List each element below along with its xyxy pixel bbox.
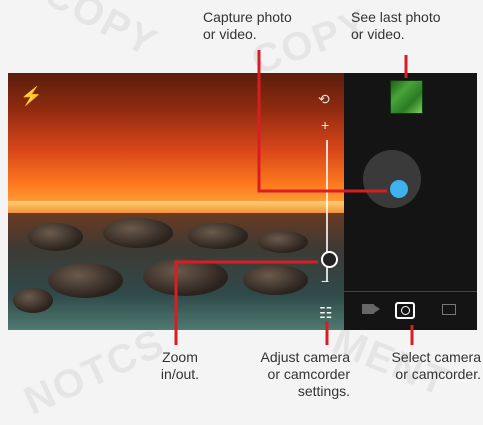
callout-line-1: Adjust camera: [260, 349, 350, 365]
select-callout: Select camera or camcorder.: [371, 349, 481, 383]
panorama-mode-icon[interactable]: [442, 304, 456, 315]
rock: [143, 258, 228, 296]
photo-mode-icon[interactable]: [395, 302, 415, 319]
zoom-in-icon[interactable]: +: [321, 117, 329, 133]
rock: [28, 223, 83, 251]
callout-line-2: or video.: [351, 26, 405, 42]
camera-controls-panel: [344, 73, 477, 330]
callout-line-1: Capture photo: [203, 9, 292, 25]
rock: [13, 288, 53, 313]
callout-line-1: See last photo: [351, 9, 441, 25]
callout-line-2: or camcorder.: [395, 366, 481, 382]
zoom-callout: Zoom in/out.: [156, 349, 204, 383]
viewfinder[interactable]: ⚡ ⟲ + − ☷: [8, 73, 344, 330]
last-photo-thumbnail[interactable]: [390, 80, 423, 114]
zoom-slider-knob[interactable]: [321, 251, 338, 268]
rock: [258, 231, 308, 253]
last-photo-callout: See last photo or video.: [351, 9, 441, 43]
zoom-out-icon[interactable]: −: [321, 273, 329, 289]
rock: [48, 263, 123, 298]
watermark: COPY: [37, 0, 165, 66]
callout-line-1: Zoom: [162, 349, 198, 365]
watermark: NOTCS: [17, 320, 173, 424]
callout-line-2: or video.: [203, 26, 257, 42]
video-mode-icon[interactable]: [362, 304, 380, 314]
rock: [188, 223, 248, 249]
shutter-ring: [363, 150, 421, 208]
rock: [103, 218, 173, 248]
shutter-button[interactable]: [390, 180, 408, 198]
mode-selector: [344, 291, 477, 330]
callout-line-3: settings.: [297, 383, 350, 399]
settings-icon[interactable]: ☷: [319, 304, 332, 322]
switch-camera-icon[interactable]: ⟲: [318, 91, 330, 108]
rock: [243, 265, 308, 295]
adjust-callout: Adjust camera or camcorder settings.: [238, 349, 350, 400]
viewfinder-sky: [8, 73, 344, 213]
flash-auto-icon[interactable]: ⚡: [20, 86, 42, 107]
callout-line-2: in/out.: [160, 366, 200, 382]
callout-line-2: or camcorder: [267, 366, 350, 382]
capture-callout: Capture photo or video.: [203, 9, 292, 43]
callout-line-1: Select camera: [391, 349, 481, 365]
camera-screen: ⚡ ⟲ + − ☷: [8, 73, 477, 330]
